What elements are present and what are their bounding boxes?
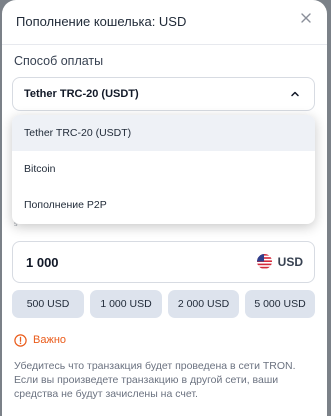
top-up-wallet-modal: Пополнение кошелька: USD Способ оплаты T…: [2, 0, 327, 416]
warning-icon: [14, 334, 27, 347]
modal-title: Пополнение кошелька: USD: [16, 14, 187, 29]
payment-option-usdt[interactable]: Tether TRC-20 (USDT): [12, 115, 315, 151]
preset-1000-button[interactable]: 1 000 USD: [90, 290, 162, 318]
preset-500-button[interactable]: 500 USD: [12, 290, 84, 318]
warning-label: Важно: [33, 334, 67, 346]
amount-currency: USD: [277, 255, 303, 269]
amount-input[interactable]: 1 000 USD: [12, 241, 315, 283]
warning-line: Если вы произведете транзакцию в другой …: [14, 374, 279, 386]
close-icon-glyph: [301, 13, 311, 23]
payment-method-label: Способ оплаты: [14, 54, 104, 68]
payment-method-dropdown: Tether TRC-20 (USDT) Bitcoin Пополнение …: [12, 115, 315, 224]
payment-method-selected-value: Tether TRC-20 (USDT): [24, 88, 139, 100]
payment-option-bitcoin[interactable]: Bitcoin: [12, 151, 315, 187]
network-warning-text: Убедитесь что транзакция будет проведена…: [14, 359, 314, 401]
close-icon[interactable]: [297, 11, 315, 29]
modal-header: Пополнение кошелька: USD: [2, 0, 327, 45]
preset-2000-button[interactable]: 2 000 USD: [168, 290, 239, 318]
warning-line: средства не будут зачислены на счет.: [14, 388, 198, 400]
amount-value: 1 000: [26, 255, 59, 270]
us-flag-icon: [257, 254, 272, 269]
chevron-up-icon: [288, 87, 302, 101]
payment-method-select[interactable]: Tether TRC-20 (USDT): [12, 77, 315, 111]
warning-line: Убедитесь что транзакция будет проведена…: [14, 360, 296, 372]
payment-option-p2p[interactable]: Пополнение P2P: [12, 187, 315, 223]
preset-5000-button[interactable]: 5 000 USD: [245, 290, 315, 318]
